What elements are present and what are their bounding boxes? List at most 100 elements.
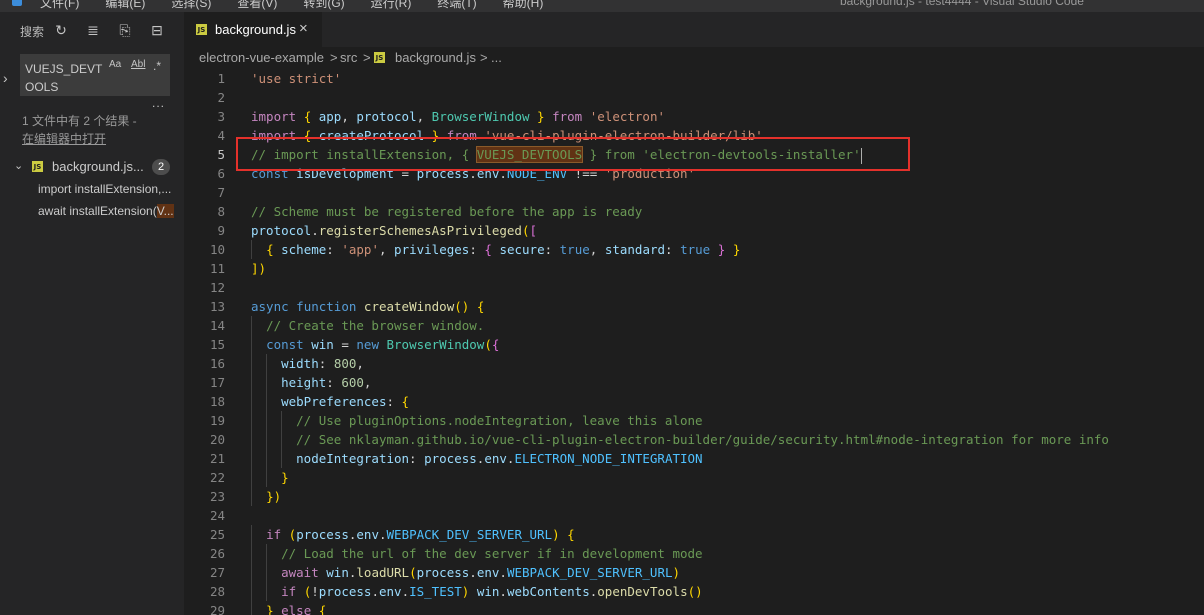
- menu-file[interactable]: 文件(F): [40, 0, 79, 10]
- code-line[interactable]: 24: [184, 506, 1204, 525]
- menu-run[interactable]: 运行(R): [371, 0, 412, 10]
- code-text: // Load the url of the dev server if in …: [281, 546, 703, 561]
- breadcrumb-separator: >: [363, 50, 371, 65]
- code-line[interactable]: 16 width: 800,: [184, 354, 1204, 373]
- chevron-down-icon[interactable]: ⌄: [14, 159, 23, 172]
- search-match-item[interactable]: import installExtension,...: [38, 178, 184, 200]
- code-line[interactable]: 9 protocol.registerSchemesAsPrivileged([: [184, 221, 1204, 240]
- code-line[interactable]: 8 // Scheme must be registered before the…: [184, 202, 1204, 221]
- code-text: // Create the browser window.: [266, 318, 485, 333]
- code-line[interactable]: 25 if (process.env.WEBPACK_DEV_SERVER_UR…: [184, 525, 1204, 544]
- line-number: 8: [217, 204, 225, 219]
- code-text: width: 800,: [281, 356, 364, 371]
- code-line[interactable]: 13 async function createWindow() {: [184, 297, 1204, 316]
- code-text: webPreferences: {: [281, 394, 410, 409]
- line-number: 24: [209, 508, 225, 523]
- refresh-icon[interactable]: ↻: [52, 21, 70, 39]
- search-match-item[interactable]: await installExtension(V...: [38, 200, 184, 222]
- line-number: 1: [217, 71, 225, 86]
- code-line[interactable]: 14 // Create the browser window.: [184, 316, 1204, 335]
- menu-help[interactable]: 帮助(H): [503, 0, 544, 10]
- new-search-editor-icon[interactable]: ⎘: [116, 21, 134, 39]
- code-text: }): [266, 489, 282, 504]
- search-input-value[interactable]: VUEJS_DEVTOOLS: [25, 60, 103, 96]
- search-match-text: import installExtension,...: [38, 182, 172, 196]
- code-line[interactable]: 12: [184, 278, 1204, 297]
- js-file-icon: JS: [32, 161, 43, 172]
- code-line[interactable]: 29 } else {: [184, 601, 1204, 615]
- menu-bar[interactable]: 文件(F) 编辑(E) 选择(S) 查看(V) 转到(G) 运行(R) 终端(T) 帮助(H): [40, 0, 569, 11]
- use-regex-icon[interactable]: .*: [153, 59, 161, 73]
- line-number: 29: [209, 603, 225, 615]
- window-title: background.js - test4444 - Visual Studio…: [840, 0, 1084, 8]
- code-line[interactable]: 20 // See nklayman.github.io/vue-cli-plu…: [184, 430, 1204, 449]
- code-text: { scheme: 'app', privileges: { secure: t…: [266, 242, 741, 257]
- clear-results-icon[interactable]: ≣: [84, 21, 102, 39]
- line-number: 10: [209, 242, 225, 257]
- code-line[interactable]: 27 await win.loadURL(process.env.WEBPACK…: [184, 563, 1204, 582]
- breadcrumb-file[interactable]: background.js: [395, 47, 476, 69]
- result-file-row[interactable]: ⌄ JS background.js... 2: [0, 156, 184, 178]
- code-line[interactable]: 21 nodeIntegration: process.env.ELECTRON…: [184, 449, 1204, 468]
- toggle-search-details-icon[interactable]: ...: [152, 96, 165, 110]
- line-number: 13: [209, 299, 225, 314]
- line-number: 12: [209, 280, 225, 295]
- annotation-highlight-box: [236, 137, 910, 171]
- breadcrumb-symbol[interactable]: ...: [491, 47, 502, 69]
- title-bar: 文件(F) 编辑(E) 选择(S) 查看(V) 转到(G) 运行(R) 终端(T) 帮助(H)…: [0, 0, 1204, 12]
- toggle-replace-chevron-icon[interactable]: ›: [3, 70, 17, 86]
- code-line[interactable]: 7: [184, 183, 1204, 202]
- line-number: 7: [217, 185, 225, 200]
- code-line[interactable]: 18 webPreferences: {: [184, 392, 1204, 411]
- code-line[interactable]: 10 { scheme: 'app', privileges: { secure…: [184, 240, 1204, 259]
- search-input[interactable]: VUEJS_DEVTOOLS Aa Abl .*: [20, 54, 170, 96]
- code-text: // Use pluginOptions.nodeIntegration, le…: [296, 413, 703, 428]
- match-whole-word-icon[interactable]: Abl: [131, 59, 145, 70]
- breadcrumb-src[interactable]: src: [340, 47, 357, 69]
- collapse-all-icon[interactable]: ⊟: [148, 21, 166, 39]
- line-number: 11: [209, 261, 225, 276]
- code-line[interactable]: 1 'use strict': [184, 69, 1204, 88]
- open-in-editor-link[interactable]: 在编辑器中打开: [22, 130, 106, 147]
- breadcrumb-folder[interactable]: electron-vue-example: [199, 47, 324, 69]
- js-file-icon: JS: [374, 52, 385, 63]
- code-line[interactable]: 26 // Load the url of the dev server if …: [184, 544, 1204, 563]
- code-line[interactable]: 2: [184, 88, 1204, 107]
- sidebar-header: 搜索 ↻ ≣ ⎘ ⊟: [0, 12, 184, 48]
- menu-go[interactable]: 转到(G): [303, 0, 344, 10]
- search-sidebar: 搜索 ↻ ≣ ⎘ ⊟ › VUEJS_DEVTOOLS Aa Abl .* ..…: [0, 12, 184, 615]
- line-number: 15: [209, 337, 225, 352]
- code-text: if (process.env.WEBPACK_DEV_SERVER_URL) …: [266, 527, 575, 542]
- menu-terminal[interactable]: 终端(T): [437, 0, 476, 10]
- code-line[interactable]: 19 // Use pluginOptions.nodeIntegration,…: [184, 411, 1204, 430]
- code-text: } else {: [266, 603, 327, 615]
- menu-view[interactable]: 查看(V): [237, 0, 277, 10]
- code-text: }: [281, 470, 289, 485]
- code-line[interactable]: 23 }): [184, 487, 1204, 506]
- tab-background-js[interactable]: JS background.js ×: [184, 12, 322, 47]
- js-file-icon: JS: [196, 24, 207, 35]
- code-line[interactable]: 15 const win = new BrowserWindow({: [184, 335, 1204, 354]
- code-line[interactable]: 11]): [184, 259, 1204, 278]
- code-text: ]): [251, 261, 267, 276]
- line-number: 6: [217, 166, 225, 181]
- code-line[interactable]: 28 if (!process.env.IS_TEST) win.webCont…: [184, 582, 1204, 601]
- line-number: 3: [217, 109, 225, 124]
- result-count-badge: 2: [152, 159, 170, 175]
- menu-edit[interactable]: 编辑(E): [105, 0, 145, 10]
- sidebar-title: 搜索: [20, 25, 45, 39]
- line-number: 16: [209, 356, 225, 371]
- code-line[interactable]: 22 }: [184, 468, 1204, 487]
- line-number: 19: [209, 413, 225, 428]
- line-number: 5: [217, 147, 225, 162]
- code-text: import { app, protocol, BrowserWindow } …: [251, 109, 666, 124]
- menu-selection[interactable]: 选择(S): [171, 0, 211, 10]
- line-number: 14: [209, 318, 225, 333]
- match-case-icon[interactable]: Aa: [109, 59, 121, 70]
- code-text: // See nklayman.github.io/vue-cli-plugin…: [296, 432, 1109, 447]
- code-line[interactable]: 3 import { app, protocol, BrowserWindow }…: [184, 107, 1204, 126]
- code-line[interactable]: 17 height: 600,: [184, 373, 1204, 392]
- close-icon[interactable]: ×: [299, 20, 308, 37]
- search-match-highlight: V...: [156, 204, 174, 218]
- vscode-logo-icon: [12, 0, 22, 6]
